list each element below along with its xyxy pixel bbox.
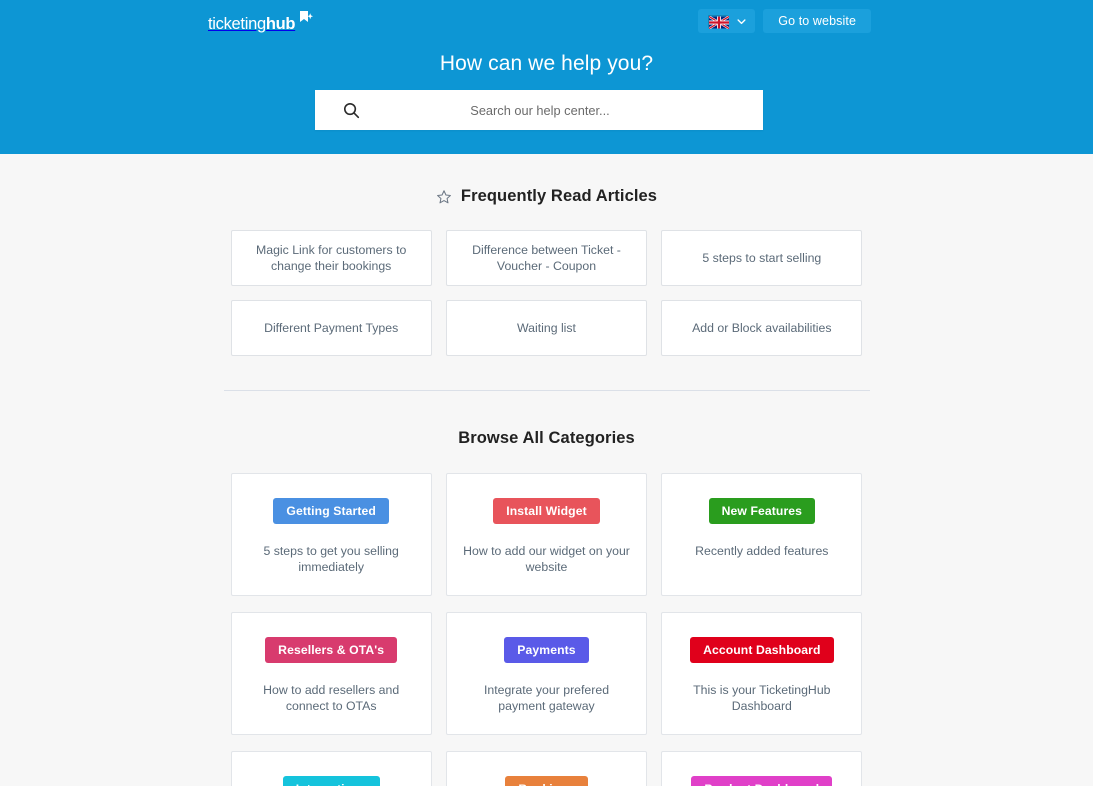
category-description: Integrate your prefered payment gateway — [483, 683, 610, 713]
article-card-title: Difference between Ticket - Voucher - Co… — [472, 243, 621, 273]
frequently-read-section: Frequently Read Articles Magic Link for … — [0, 154, 1093, 356]
chevron-down-icon — [737, 17, 746, 26]
category-card-new-features[interactable]: New Features Recently added features — [661, 473, 863, 596]
hero-title: How can we help you? — [439, 52, 654, 75]
article-card-title: Different Payment Types — [264, 321, 399, 335]
bookmark-sparkle-icon — [299, 11, 314, 27]
article-card-title: Magic Link for customers to change their… — [255, 243, 407, 273]
article-card[interactable]: Waiting list — [445, 300, 648, 356]
main-content: Frequently Read Articles Magic Link for … — [0, 154, 1093, 786]
article-card-title: Waiting list — [516, 321, 576, 335]
language-selector[interactable] — [698, 9, 756, 33]
article-card[interactable]: Magic Link for customers to change their… — [230, 230, 432, 286]
article-card-title: Add or Block availabilities — [692, 321, 832, 335]
brand-logo-light-text: ticketing — [208, 15, 266, 33]
star-outline-icon — [436, 189, 452, 205]
category-badge: Account Dashboard — [690, 637, 834, 663]
hero-banner: ticketinghub Go to website How can we he… — [0, 0, 1093, 154]
brand-logo-text: ticketinghub — [208, 14, 295, 34]
category-badge: Install Widget — [493, 498, 600, 524]
category-card-resellers-otas[interactable]: Resellers & OTA's How to add resellers a… — [230, 612, 432, 735]
category-badge: Bookings — [505, 776, 588, 786]
category-card-product-dashboard[interactable]: Product Dashboard Product Dashboard - ev… — [661, 751, 863, 786]
category-badge: Resellers & OTA's — [265, 637, 398, 663]
category-badge: Product Dashboard — [691, 776, 833, 786]
categories-section: Browse All Categories Getting Started 5 … — [0, 391, 1093, 786]
category-card-install-widget[interactable]: Install Widget How to add our widget on … — [445, 473, 648, 596]
category-description: 5 steps to get you selling immediately — [263, 544, 399, 574]
category-card-account-dashboard[interactable]: Account Dashboard This is your Ticketing… — [661, 612, 863, 735]
search-input[interactable] — [373, 91, 763, 129]
category-description: How to add resellers and connect to OTAs — [263, 683, 400, 713]
top-bar: ticketinghub Go to website — [0, 0, 1093, 46]
brand-logo-bold-text: hub — [265, 15, 296, 33]
category-card-getting-started[interactable]: Getting Started 5 steps to get you selli… — [230, 473, 432, 596]
frequently-read-grid: Magic Link for customers to change their… — [230, 230, 863, 356]
category-card-payments[interactable]: Payments Integrate your prefered payment… — [445, 612, 648, 735]
categories-heading: Browse All Categories — [0, 429, 1093, 448]
frequently-read-heading-text: Frequently Read Articles — [460, 187, 658, 205]
category-description: Recently added features — [695, 544, 829, 558]
go-to-website-button[interactable]: Go to website — [763, 9, 871, 33]
article-card[interactable]: Difference between Ticket - Voucher - Co… — [445, 230, 648, 286]
category-badge: Getting Started — [273, 498, 389, 524]
categories-heading-text: Browse All Categories — [458, 429, 635, 447]
category-description: This is your TicketingHub Dashboard — [693, 683, 831, 713]
top-bar-actions: Go to website — [698, 9, 871, 33]
category-card-bookings[interactable]: Bookings Everything to do with bookings — [445, 751, 648, 786]
article-card-title: 5 steps to start selling — [702, 251, 822, 265]
article-card[interactable]: Add or Block availabilities — [661, 300, 863, 356]
article-card[interactable]: 5 steps to start selling — [661, 230, 863, 286]
search-bar[interactable] — [315, 90, 763, 130]
category-card-integrations[interactable]: Integrations How to integrate TicketingH… — [230, 751, 432, 786]
frequently-read-heading: Frequently Read Articles — [0, 187, 1093, 206]
category-description: How to add our widget on your website — [463, 544, 630, 574]
category-badge: Integrations — [282, 776, 380, 786]
categories-grid: Getting Started 5 steps to get you selli… — [230, 473, 863, 786]
article-card[interactable]: Different Payment Types — [230, 300, 432, 356]
search-icon — [343, 102, 373, 119]
category-badge: Payments — [504, 637, 589, 663]
category-badge: New Features — [708, 498, 816, 524]
brand-logo[interactable]: ticketinghub — [208, 11, 314, 36]
uk-flag-icon — [708, 14, 730, 29]
